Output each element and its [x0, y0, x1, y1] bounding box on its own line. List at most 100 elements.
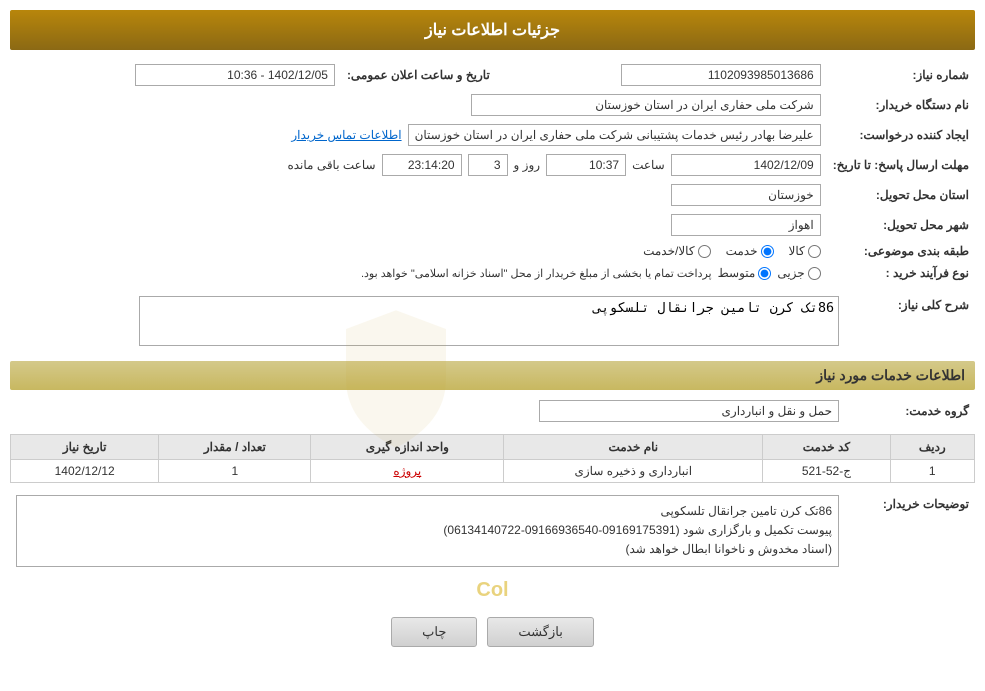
category-option-kala-khedmat[interactable]: کالا/خدمت — [643, 244, 710, 258]
creator-row: ایجاد کننده درخواست: علیرضا بهادر رئیس خ… — [10, 120, 975, 150]
need-desc-label-text: شرح کلی نیاز: — [898, 298, 969, 312]
buyer-desc-line1: 86تک کرن تامین جرانقال تلسکوپی — [23, 502, 832, 521]
services-table-head: ردیف کد خدمت نام خدمت واحد اندازه گیری ت… — [11, 435, 975, 460]
category-label-kala-khedmat: کالا/خدمت — [643, 244, 694, 258]
city-label: شهر محل تحویل: — [827, 210, 975, 240]
city-row: شهر محل تحویل: اهواز — [10, 210, 975, 240]
process-radio-motavasset[interactable] — [758, 267, 771, 280]
back-button[interactable]: بازگشت — [487, 617, 593, 647]
need-description-textarea[interactable] — [139, 296, 839, 346]
province-label: استان محل تحویل: — [827, 180, 975, 210]
response-time: 10:37 — [546, 154, 626, 176]
page-wrapper: جزئیات اطلاعات نیاز شماره نیاز: 11020939… — [0, 0, 985, 691]
col-date: تاریخ نیاز — [11, 435, 159, 460]
response-days: 3 — [468, 154, 508, 176]
cell-quantity: 1 — [159, 460, 311, 483]
time-label: ساعت — [632, 158, 665, 172]
cell-service-name: انبارداری و ذخیره سازی — [504, 460, 763, 483]
category-label-kala: کالا — [789, 244, 805, 258]
category-label-khedmat: خدمت — [726, 244, 758, 258]
category-option-khedmat[interactable]: خدمت — [726, 244, 774, 258]
need-number-cell: 1102093985013686 — [496, 60, 827, 90]
deadline-label: مهلت ارسال پاسخ: تا تاریخ: — [827, 150, 975, 180]
category-radio-group: کالا خدمت کالا/خدمت — [16, 244, 821, 258]
buyer-desc-row: توضیحات خریدار: 86تک کرن تامین جرانقال ت… — [10, 491, 975, 571]
cell-row-num: 1 — [890, 460, 974, 483]
process-option-jozee[interactable]: جزیی — [777, 266, 820, 280]
process-row: نوع فرآیند خرید : جزیی متوسط پرداخت تمام… — [10, 262, 975, 284]
creator-label: ایجاد کننده درخواست: — [827, 120, 975, 150]
announcement-cell: 1402/12/05 - 10:36 — [10, 60, 341, 90]
service-group-table: گروه خدمت: حمل و نقل و انبارداری — [10, 396, 975, 426]
process-label-jozee: جزیی — [777, 266, 804, 280]
buyer-org-value: شرکت ملی حفاری ایران در استان خوزستان — [471, 94, 821, 116]
response-remaining: 23:14:20 — [382, 154, 462, 176]
response-date: 1402/12/09 — [671, 154, 821, 176]
services-section-header: اطلاعات خدمات مورد نیاز — [10, 361, 975, 390]
category-radio-khedmat[interactable] — [761, 245, 774, 258]
process-label-motavasset: متوسط — [718, 266, 756, 280]
city-value: اهواز — [671, 214, 821, 236]
category-row: طبقه بندی موضوعی: کالا خدمت — [10, 240, 975, 262]
need-number-row: شماره نیاز: 1102093985013686 تاریخ و ساع… — [10, 60, 975, 90]
service-group-row: گروه خدمت: حمل و نقل و انبارداری — [10, 396, 975, 426]
buyer-desc-line2: پیوست تکمیل و بارگزاری شود (09169175391-… — [23, 521, 832, 540]
city-cell: اهواز — [10, 210, 827, 240]
category-label: طبقه بندی موضوعی: — [827, 240, 975, 262]
main-content: شماره نیاز: 1102093985013686 تاریخ و ساع… — [10, 60, 975, 647]
process-option-motavasset[interactable]: متوسط — [718, 266, 772, 280]
deadline-row: مهلت ارسال پاسخ: تا تاریخ: 1402/12/09 سا… — [10, 150, 975, 180]
category-radio-kala[interactable] — [808, 245, 821, 258]
services-table: ردیف کد خدمت نام خدمت واحد اندازه گیری ت… — [10, 434, 975, 483]
button-row: بازگشت چاپ — [10, 617, 975, 647]
process-note: پرداخت تمام یا بخشی از مبلغ خریدار از مح… — [361, 267, 712, 280]
info-table: شماره نیاز: 1102093985013686 تاریخ و ساع… — [10, 60, 975, 284]
buyer-org-cell: شرکت ملی حفاری ایران در استان خوزستان — [10, 90, 827, 120]
remaining-label: ساعت باقی مانده — [287, 158, 375, 172]
need-number-label: شماره نیاز: — [827, 60, 975, 90]
col-quantity: تعداد / مقدار — [159, 435, 311, 460]
buyer-desc-line3: (اسناد مخدوش و ناخوانا ابطال خواهد شد) — [23, 540, 832, 559]
buyer-org-label: نام دستگاه خریدار: — [827, 90, 975, 120]
cell-unit[interactable]: پروژه — [311, 460, 504, 483]
province-value: خوزستان — [671, 184, 821, 206]
deadline-cell: 1402/12/09 ساعت 10:37 روز و 3 23:14:20 س… — [10, 150, 827, 180]
buyer-desc-label: توضیحات خریدار: — [845, 491, 975, 571]
need-number-value: 1102093985013686 — [621, 64, 821, 86]
province-cell: خوزستان — [10, 180, 827, 210]
buyer-desc-cell: 86تک کرن تامین جرانقال تلسکوپی پیوست تکم… — [10, 491, 845, 571]
services-table-body: 1 ج-52-521 انبارداری و ذخیره سازی پروژه … — [11, 460, 975, 483]
service-group-label: گروه خدمت: — [845, 396, 975, 426]
print-button[interactable]: چاپ — [391, 617, 477, 647]
buyer-desc-table: توضیحات خریدار: 86تک کرن تامین جرانقال ت… — [10, 491, 975, 571]
process-cell: جزیی متوسط پرداخت تمام یا بخشی از مبلغ خ… — [10, 262, 827, 284]
services-header-row: ردیف کد خدمت نام خدمت واحد اندازه گیری ت… — [11, 435, 975, 460]
need-desc-table: شرح کلی نیاز: — [10, 292, 975, 353]
page-title: جزئیات اطلاعات نیاز — [425, 22, 560, 39]
process-label: نوع فرآیند خرید : — [827, 262, 975, 284]
contact-link[interactable]: اطلاعات تماس خریدار — [291, 128, 401, 142]
announcement-label: تاریخ و ساعت اعلان عمومی: — [341, 60, 496, 90]
category-cell: کالا خدمت کالا/خدمت — [10, 240, 827, 262]
days-label: روز و — [514, 158, 541, 172]
process-radio-jozee[interactable] — [808, 267, 821, 280]
shield-watermark-icon — [321, 304, 471, 454]
province-row: استان محل تحویل: خوزستان — [10, 180, 975, 210]
col-badge: Col — [10, 579, 975, 602]
cell-service-code: ج-52-521 — [763, 460, 890, 483]
page-header: جزئیات اطلاعات نیاز — [10, 10, 975, 50]
creator-cell: علیرضا بهادر رئیس خدمات پشتیبانی شرکت مل… — [10, 120, 827, 150]
category-radio-kala-khedmat[interactable] — [698, 245, 711, 258]
service-group-value: حمل و نقل و انبارداری — [539, 400, 839, 422]
creator-value: علیرضا بهادر رئیس خدمات پشتیبانی شرکت مل… — [408, 124, 821, 146]
col-service-code: کد خدمت — [763, 435, 890, 460]
buyer-description: 86تک کرن تامین جرانقال تلسکوپی پیوست تکم… — [16, 495, 839, 567]
category-option-kala[interactable]: کالا — [789, 244, 821, 258]
table-row: 1 ج-52-521 انبارداری و ذخیره سازی پروژه … — [11, 460, 975, 483]
cell-date: 1402/12/12 — [11, 460, 159, 483]
announcement-value: 1402/12/05 - 10:36 — [135, 64, 335, 86]
col-row-num: ردیف — [890, 435, 974, 460]
buyer-org-row: نام دستگاه خریدار: شرکت ملی حفاری ایران … — [10, 90, 975, 120]
need-desc-row: شرح کلی نیاز: — [10, 292, 975, 353]
col-service-name: نام خدمت — [504, 435, 763, 460]
